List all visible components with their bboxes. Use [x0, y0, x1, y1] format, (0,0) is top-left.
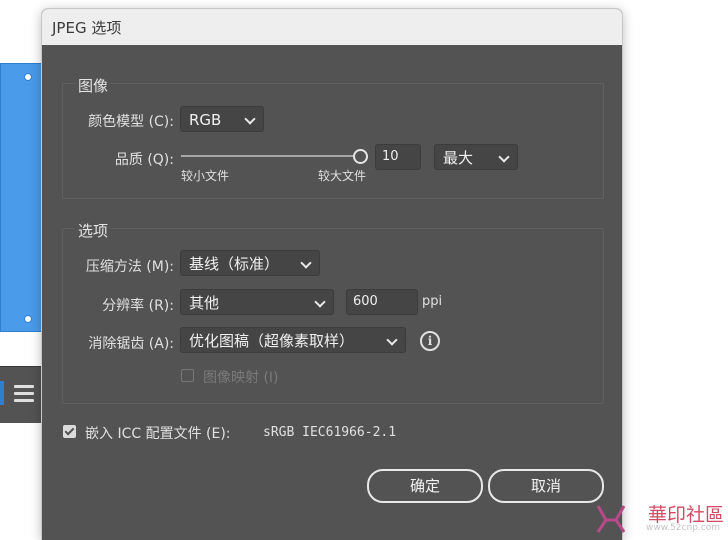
- image-group-title: 图像: [75, 75, 112, 96]
- quality-slider-track[interactable]: [181, 155, 359, 157]
- embed-icc-checkbox[interactable]: [63, 425, 76, 438]
- compression-value: 基线（标准）: [189, 255, 280, 273]
- quality-input[interactable]: 10: [375, 144, 421, 170]
- chevron-down-icon: [498, 151, 510, 163]
- quality-min-label: 较小文件: [181, 169, 230, 183]
- cancel-button[interactable]: 取消: [488, 469, 604, 503]
- embed-icc-label: 嵌入 ICC 配置文件 (E):: [85, 426, 231, 442]
- jpeg-options-dialog: JPEG 选项 图像 颜色模型 (C): RGB 品质 (Q): 较小文件 较大…: [42, 9, 622, 540]
- chevron-down-icon: [244, 113, 256, 125]
- quality-slider-knob[interactable]: [353, 149, 368, 164]
- watermark-logo: [596, 505, 626, 533]
- watermark: 華印社區 www.52cnp.com: [594, 500, 724, 534]
- chevron-down-icon: [386, 334, 398, 346]
- ok-button[interactable]: 确定: [367, 469, 483, 503]
- info-icon[interactable]: i: [420, 331, 440, 351]
- quality-label: 品质 (Q):: [114, 152, 174, 168]
- selection-handle[interactable]: [24, 315, 32, 323]
- background-toolbar: [0, 366, 41, 423]
- imagemap-label: 图像映射 (I): [203, 370, 279, 386]
- options-group-title: 选项: [75, 220, 112, 241]
- chevron-down-icon: [300, 257, 312, 269]
- options-group: [62, 228, 604, 404]
- watermark-url: www.52cnp.com: [645, 523, 720, 533]
- resolution-unit: ppi: [422, 294, 443, 309]
- quality-preset-dropdown[interactable]: 最大: [434, 144, 518, 170]
- chevron-down-icon: [314, 296, 326, 308]
- toolbar-selected-indicator: [0, 381, 4, 405]
- resolution-dropdown[interactable]: 其他: [180, 289, 334, 315]
- quality-max-label: 较大文件: [318, 169, 367, 183]
- selection-handle[interactable]: [24, 73, 32, 81]
- imagemap-checkbox: [181, 369, 194, 382]
- dialog-title: JPEG 选项: [42, 9, 622, 45]
- compression-dropdown[interactable]: 基线（标准）: [180, 250, 320, 276]
- color-model-value: RGB: [189, 111, 222, 129]
- resolution-label: 分辨率 (R):: [102, 298, 174, 314]
- menu-icon[interactable]: [14, 385, 34, 406]
- resolution-ppi-input[interactable]: 600: [346, 289, 418, 315]
- artboard-selection[interactable]: [0, 63, 43, 332]
- antialiasing-dropdown[interactable]: 优化图稿（超像素取样）: [180, 327, 406, 353]
- antialiasing-label: 消除锯齿 (A):: [88, 336, 174, 352]
- resolution-value: 其他: [189, 294, 220, 312]
- color-model-label: 颜色模型 (C):: [88, 114, 174, 130]
- compression-label: 压缩方法 (M):: [85, 259, 174, 275]
- color-model-dropdown[interactable]: RGB: [180, 106, 264, 132]
- embed-icc-profile: sRGB IEC61966-2.1: [263, 425, 397, 440]
- antialiasing-value: 优化图稿（超像素取样）: [189, 332, 355, 350]
- quality-preset-value: 最大: [443, 149, 474, 167]
